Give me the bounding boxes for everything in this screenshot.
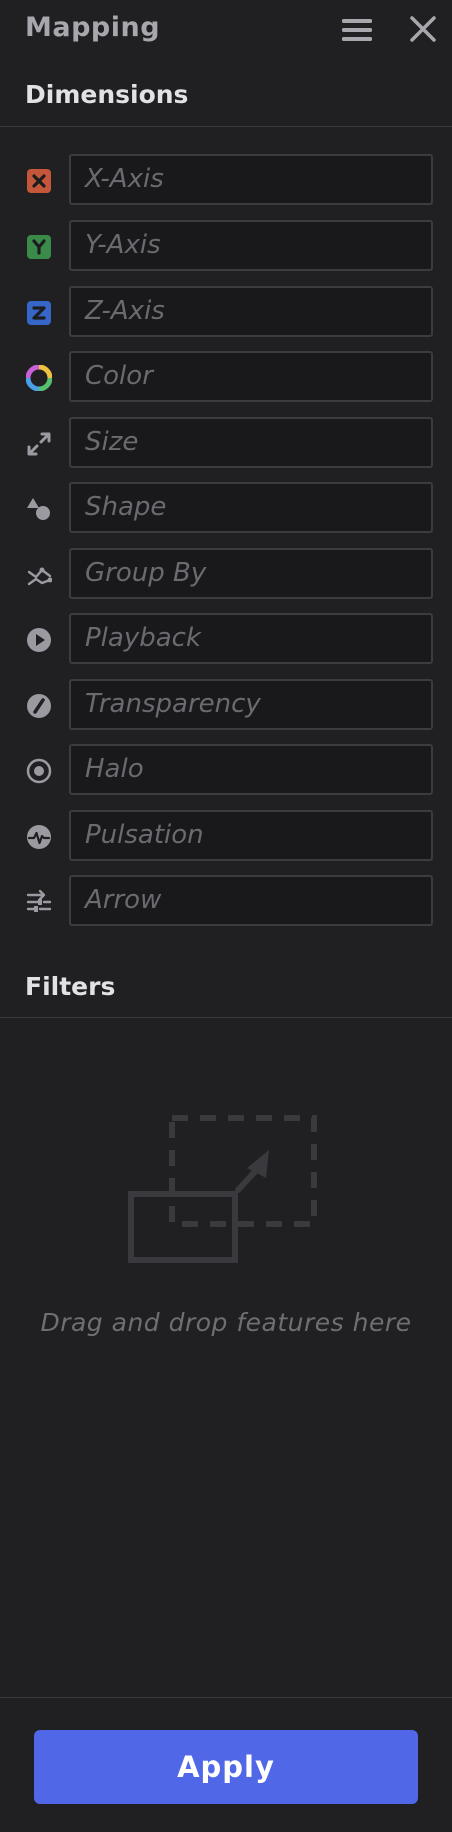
filters-heading: Filters (25, 972, 116, 1001)
close-button[interactable] (406, 12, 440, 46)
halo-field[interactable]: Halo (69, 744, 433, 795)
dimension-row-halo: Halo (0, 743, 452, 799)
divider (0, 126, 452, 127)
color-field[interactable]: Color (69, 351, 433, 402)
dimension-row-arrow: Arrow (0, 874, 452, 930)
size-field[interactable]: Size (69, 417, 433, 468)
dimension-row-pulsation: Pulsation (0, 809, 452, 865)
dimension-row-transparency: Transparency (0, 678, 452, 734)
dimensions-heading: Dimensions (25, 80, 189, 109)
drop-hint: Drag and drop features here (40, 1308, 412, 1337)
pulse-icon (26, 824, 52, 850)
color-wheel-icon (25, 364, 53, 392)
pulsation-field[interactable]: Pulsation (69, 810, 433, 861)
playback-field[interactable]: Playback (69, 613, 433, 664)
shape-field[interactable]: Shape (69, 482, 433, 533)
x-axis-field[interactable]: X-Axis (69, 154, 433, 205)
panel-footer: Apply (0, 1697, 452, 1832)
transparency-field[interactable]: Transparency (69, 679, 433, 730)
dimension-row-z: Z-Axis (0, 285, 452, 341)
group-by-field[interactable]: Group By (69, 548, 433, 599)
close-icon (410, 16, 436, 42)
dimension-row-color: Color (0, 350, 452, 406)
drag-drop-icon (126, 1114, 328, 1284)
dimension-row-playback: Playback (0, 612, 452, 668)
menu-button[interactable] (338, 14, 378, 48)
halo-icon (26, 758, 52, 784)
dimension-row-y: Y-Axis (0, 219, 452, 275)
transparency-icon (26, 693, 52, 719)
y-axis-field[interactable]: Y-Axis (69, 220, 433, 271)
z-axis-field[interactable]: Z-Axis (69, 286, 433, 337)
shapes-icon (26, 496, 52, 522)
dimension-row-x: X-Axis (0, 153, 452, 209)
apply-button[interactable]: Apply (34, 1730, 418, 1804)
panel-header: Mapping (0, 0, 452, 62)
dimension-row-size: Size (0, 416, 452, 472)
group-by-icon (26, 562, 53, 588)
z-axis-icon (26, 300, 52, 326)
arrow-field[interactable]: Arrow (69, 875, 433, 926)
y-axis-icon (26, 234, 52, 260)
hamburger-menu-icon (342, 19, 372, 41)
expand-arrows-icon (26, 431, 52, 457)
play-circle-icon (26, 627, 52, 653)
panel-title: Mapping (25, 12, 161, 43)
dimension-row-group: Group By (0, 547, 452, 603)
filters-drop-zone[interactable]: Drag and drop features here (0, 1018, 452, 1698)
x-axis-icon (26, 168, 52, 194)
dimension-row-shape: Shape (0, 481, 452, 537)
arrow-sliders-icon (26, 889, 52, 915)
